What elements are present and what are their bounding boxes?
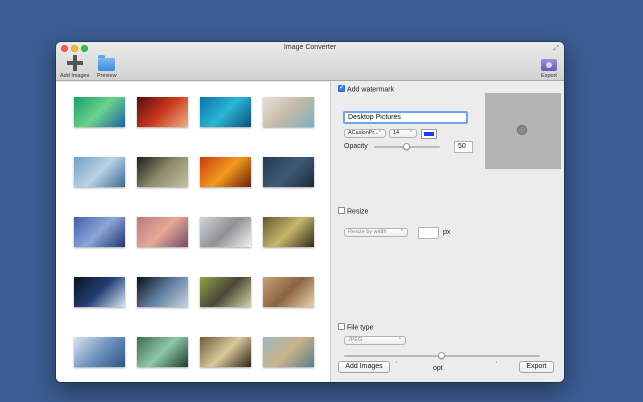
toolbar-preview-button[interactable]: Preview xyxy=(97,55,117,79)
toolbar-preview-label: Preview xyxy=(97,73,117,79)
image-thumbnail[interactable] xyxy=(263,277,314,307)
filetype-checkbox[interactable] xyxy=(338,323,345,330)
image-gallery[interactable] xyxy=(56,82,331,382)
export-button[interactable]: Export xyxy=(519,361,554,373)
watermark-text-field[interactable]: Desktop Pictures xyxy=(343,111,468,124)
toolbar-add-images-label: Add Images xyxy=(60,73,90,79)
image-thumbnail[interactable] xyxy=(74,337,125,367)
image-thumbnail[interactable] xyxy=(263,157,314,187)
resize-checkbox[interactable] xyxy=(338,207,345,214)
image-thumbnail[interactable] xyxy=(74,97,125,127)
color-fill xyxy=(424,132,434,136)
popup-arrows-icon: ⌃ xyxy=(377,130,382,136)
quality-opt-label: opt xyxy=(433,365,443,372)
image-thumbnail[interactable] xyxy=(200,337,251,367)
camera-icon xyxy=(541,59,557,71)
image-thumbnail[interactable] xyxy=(137,337,188,367)
font-size-popup[interactable]: 14 ⌃ xyxy=(389,129,417,138)
plus-icon xyxy=(66,55,83,71)
window-title: Image Converter xyxy=(283,44,337,51)
image-thumbnail[interactable] xyxy=(263,97,314,127)
resize-value-field[interactable] xyxy=(418,227,439,239)
color-well[interactable] xyxy=(421,129,437,139)
titlebar: Image Converter ⤢ Add Images Preview Exp… xyxy=(56,42,564,81)
toolbar-export-label: Export xyxy=(541,73,557,79)
add-images-button[interactable]: Add Images xyxy=(338,361,390,373)
quality-tick xyxy=(496,361,497,363)
resize-mode-popup[interactable]: Resize by width ⌃ xyxy=(344,228,408,237)
watermark-label: Add watermark xyxy=(347,86,395,94)
resize-toggle[interactable]: Resize xyxy=(338,207,369,216)
image-thumbnail[interactable] xyxy=(137,157,188,187)
image-thumbnail[interactable] xyxy=(137,217,188,247)
font-size-value: 14 xyxy=(393,130,400,136)
popup-arrows-icon: ⌃ xyxy=(408,130,413,136)
image-thumbnail[interactable] xyxy=(200,157,251,187)
image-thumbnail[interactable] xyxy=(74,217,125,247)
opacity-slider-knob[interactable] xyxy=(403,143,410,150)
filetype-value: JPEG xyxy=(348,337,363,343)
image-thumbnail[interactable] xyxy=(74,157,125,187)
quality-slider-knob[interactable] xyxy=(438,352,445,359)
popup-arrows-icon: ⌃ xyxy=(399,229,404,235)
fullscreen-icon[interactable]: ⤢ xyxy=(553,45,559,53)
font-popup[interactable]: ACaslonPr... ⌃ xyxy=(344,129,386,138)
toolbar-add-images-button[interactable]: Add Images xyxy=(60,55,89,79)
watermark-checkbox[interactable] xyxy=(338,83,345,92)
popup-arrows-icon: ⌃ xyxy=(397,337,402,343)
folder-icon xyxy=(98,55,116,71)
image-thumbnail[interactable] xyxy=(263,337,314,367)
filetype-label: File type xyxy=(347,324,374,332)
image-thumbnail[interactable] xyxy=(263,217,314,247)
image-thumbnail[interactable] xyxy=(137,97,188,127)
image-thumbnail[interactable] xyxy=(200,217,251,247)
quality-tick xyxy=(396,361,397,363)
filetype-toggle[interactable]: File type xyxy=(338,323,374,332)
opacity-value-field[interactable]: 50 xyxy=(454,141,473,153)
image-thumbnail[interactable] xyxy=(200,277,251,307)
app-window: Image Converter ⤢ Add Images Preview Exp… xyxy=(56,42,564,382)
toolbar-export-button[interactable]: Export xyxy=(541,55,557,79)
opacity-label: Opacity xyxy=(344,143,368,150)
filetype-popup[interactable]: JPEG ⌃ xyxy=(344,336,406,345)
image-thumbnail[interactable] xyxy=(200,97,251,127)
watermark-toggle[interactable]: Add watermark xyxy=(338,83,395,94)
resize-label: Resize xyxy=(347,208,369,216)
resize-unit-label: px xyxy=(443,229,451,236)
settings-panel: Add watermark Desktop Pictures ACaslonPr… xyxy=(332,82,564,382)
font-value: ACaslonPr... xyxy=(348,130,379,136)
watermark-preview xyxy=(485,93,561,169)
image-thumbnail[interactable] xyxy=(74,277,125,307)
resize-mode-value: Resize by width xyxy=(348,229,387,235)
watermark-position-marker[interactable] xyxy=(517,125,527,135)
image-thumbnail[interactable] xyxy=(137,277,188,307)
